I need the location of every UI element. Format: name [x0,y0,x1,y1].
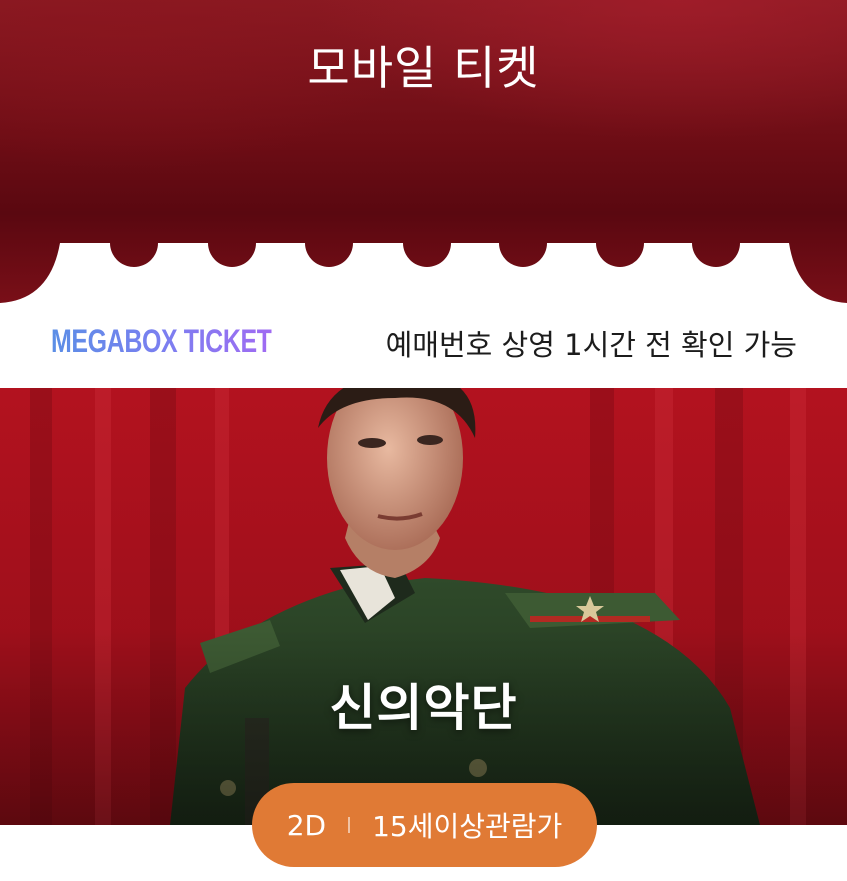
movie-title: 신의악단 [329,679,518,737]
ticket-info-bar: MEGABOX TICKET 예매번호 상영 1시간 전 확인 가능 [0,305,847,388]
badge-separator [348,817,351,833]
megabox-ticket-logo: MEGABOX TICKET [51,323,272,359]
poster-image [0,388,847,825]
booking-number-notice: 예매번호 상영 1시간 전 확인 가능 [385,328,797,362]
page-title: 모바일 티켓 [307,41,540,95]
mobile-ticket-page: 모바일 티켓 MEGABOX TICKET 예매번호 상영 1시간 전 확인 가… [0,0,847,881]
ticket-header: 모바일 티켓 [0,0,847,305]
screening-format: 2D [286,808,327,842]
screening-info-badge: 2D 15세이상관람가 [252,783,597,867]
movie-poster [0,388,847,825]
age-rating: 15세이상관람가 [372,810,563,843]
